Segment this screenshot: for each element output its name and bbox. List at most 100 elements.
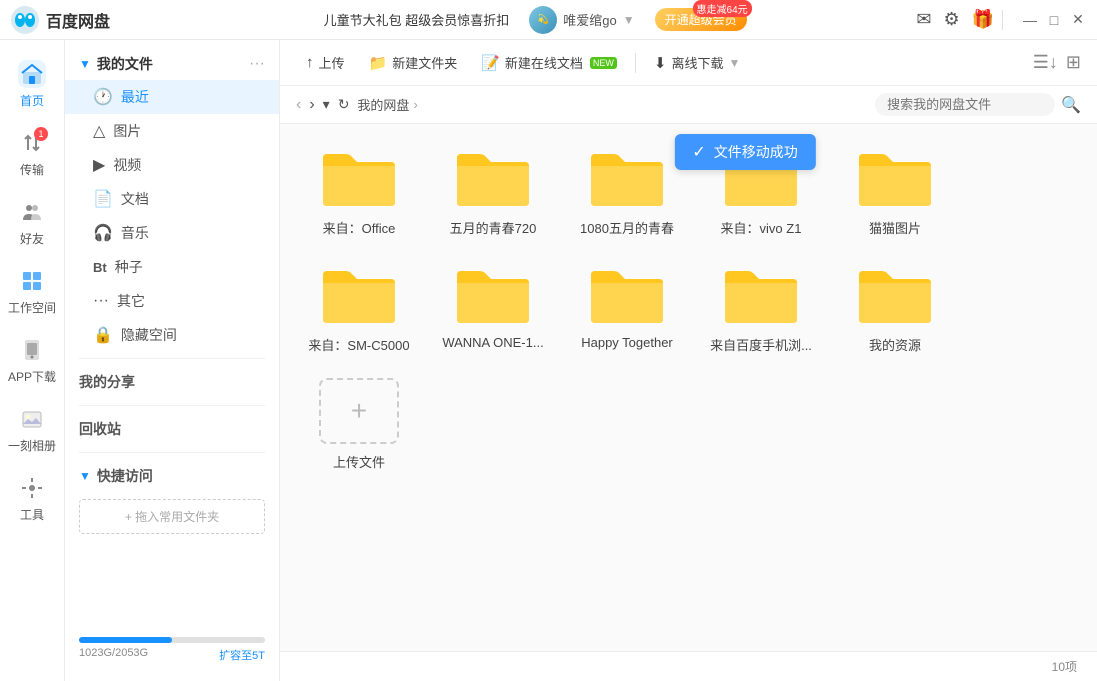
dropdown-icon[interactable]: ▼ <box>623 13 635 27</box>
tools-icon <box>18 474 46 502</box>
sidebar-item-recent[interactable]: 🕐 最近 <box>65 80 279 114</box>
sidebar-item-video[interactable]: ▶ 视频 <box>65 148 279 182</box>
drop-zone[interactable]: + 拖入常用文件夹 <box>79 499 265 534</box>
nav-item-album[interactable]: 一刻相册 <box>0 395 64 464</box>
bt-icon: Bt <box>93 260 107 275</box>
nav-search: 🔍 <box>875 93 1081 116</box>
folder-item-youth720[interactable]: 五月的青春720 <box>438 144 548 237</box>
transfer-icon: 1 <box>18 129 46 157</box>
storage-text: 1023G/2053G 扩容至5T <box>79 647 265 663</box>
avatar[interactable]: 💫 <box>529 6 557 34</box>
settings-icon[interactable]: ⚙ <box>943 9 959 30</box>
new-doc-icon: 📝 <box>481 54 500 72</box>
album-icon <box>18 405 46 433</box>
statusbar: 10项 <box>280 651 1097 681</box>
folder-name-smc5000: 来自：SM-C5000 <box>308 335 409 354</box>
upload-placeholder[interactable]: + <box>319 378 399 444</box>
folder-name-catpic: 猫猫图片 <box>869 218 921 237</box>
new-online-doc-button[interactable]: 📝 新建在线文档 NEW <box>471 48 627 77</box>
minimize-button[interactable]: — <box>1021 11 1039 29</box>
nav-item-home[interactable]: 首页 <box>0 50 64 119</box>
nav-item-tools[interactable]: 工具 <box>0 464 64 533</box>
music-label: 音乐 <box>121 223 149 243</box>
folder-item-smc5000[interactable]: 来自：SM-C5000 <box>304 261 414 354</box>
upload-label: 上传 <box>319 53 345 72</box>
main-layout: 首页 1 传输 好友 工作空间 APP下载 <box>0 40 1097 681</box>
user-name[interactable]: 唯爱绾go <box>563 10 616 29</box>
quick-access-arrow: ▼ <box>79 469 91 483</box>
sidebar-item-recycle[interactable]: 回收站 <box>65 412 279 446</box>
search-input[interactable] <box>875 93 1055 116</box>
titlebar: 百度网盘 儿童节大礼包 超级会员惊喜折扣 💫 唯爱绾go ▼ 开通超级会员 惠走… <box>0 0 1097 40</box>
folder-item-myresource[interactable]: 我的资源 <box>840 261 950 354</box>
toast-message: ✓ 文件移动成功 <box>674 134 815 170</box>
nav-refresh-icon[interactable]: ↻ <box>338 96 350 113</box>
sidebar-divider-1 <box>79 358 265 359</box>
mail-icon[interactable]: ✉ <box>916 9 931 30</box>
sidebar-item-other[interactable]: ··· 其它 <box>65 284 279 318</box>
nav-forward-icon[interactable]: › <box>309 96 314 114</box>
titlebar-center: 儿童节大礼包 超级会员惊喜折扣 💫 唯爱绾go ▼ 开通超级会员 惠走减64元 <box>170 6 900 34</box>
quick-access-label: 快捷访问 <box>97 466 153 486</box>
docs-icon: 📄 <box>93 189 113 209</box>
appdownload-icon <box>18 336 46 364</box>
recent-icon: 🕐 <box>93 87 113 107</box>
nav-item-transfer[interactable]: 1 传输 <box>0 119 64 188</box>
promo-text[interactable]: 儿童节大礼包 超级会员惊喜折扣 <box>324 10 510 29</box>
gift-icon[interactable]: 🎁 <box>972 9 994 30</box>
nav-item-friends[interactable]: 好友 <box>0 188 64 257</box>
close-button[interactable]: ✕ <box>1069 11 1087 29</box>
file-count: 10项 <box>1052 658 1077 675</box>
sort-icon[interactable]: ☰↓ <box>1033 52 1058 73</box>
grid-view-icon[interactable]: ⊞ <box>1066 52 1081 73</box>
breadcrumb-sep: › <box>413 97 417 112</box>
bt-label: 种子 <box>115 257 143 277</box>
titlebar-actions: ✉ ⚙ 🎁 <box>916 9 994 30</box>
sidebar-item-hidden[interactable]: 🔒 隐藏空间 <box>65 318 279 352</box>
nav-label-album: 一刻相册 <box>8 437 56 454</box>
new-folder-button[interactable]: 📁 新建文件夹 <box>359 48 468 77</box>
nav-item-workspace[interactable]: 工作空间 <box>0 257 64 326</box>
folder-name-upload: 上传文件 <box>333 452 385 471</box>
folder-icon-frombrowser <box>721 261 801 327</box>
sidebar-item-myshare[interactable]: 我的分享 <box>65 365 279 399</box>
nav-label-transfer: 传输 <box>20 161 44 178</box>
folder-icon-happytogether <box>587 261 667 327</box>
sidebar-item-docs[interactable]: 📄 文档 <box>65 182 279 216</box>
upload-button[interactable]: ↑ 上传 <box>296 48 355 77</box>
sidebar-item-images[interactable]: △ 图片 <box>65 114 279 148</box>
search-icon[interactable]: 🔍 <box>1061 95 1081 115</box>
sidebar-item-music[interactable]: 🎧 音乐 <box>65 216 279 250</box>
folder-item-office[interactable]: 来自：Office <box>304 144 414 237</box>
folder-name-1080youth: 1080五月的青春 <box>580 218 674 237</box>
my-files-header[interactable]: ▼ 我的文件 ··· <box>65 48 279 80</box>
restore-button[interactable]: □ <box>1045 11 1063 29</box>
nav-item-appdownload[interactable]: APP下载 <box>0 326 64 395</box>
folder-item-happytogether[interactable]: Happy Together <box>572 261 682 354</box>
storage-upgrade-link[interactable]: 扩容至5T <box>219 647 265 663</box>
file-grid-inner: 来自：Office 五月的青春720 1080五月的青春 <box>304 144 1073 471</box>
user-area: 💫 唯爱绾go ▼ <box>529 6 634 34</box>
quick-access-header[interactable]: ▼ 快捷访问 <box>65 459 279 493</box>
folder-item-upload[interactable]: + 上传文件 <box>304 378 414 471</box>
toolbar-right: ☰↓ ⊞ <box>1033 52 1081 73</box>
folder-item-frombrowser[interactable]: 来自百度手机浏... <box>706 261 816 354</box>
folder-item-1080youth[interactable]: 1080五月的青春 <box>572 144 682 237</box>
folder-item-wannaone[interactable]: WANNA ONE-1... <box>438 261 548 354</box>
breadcrumb-root[interactable]: 我的网盘 <box>357 95 409 114</box>
folder-item-catpic[interactable]: 猫猫图片 <box>840 144 950 237</box>
offline-icon: ⬇ <box>654 54 667 72</box>
logo-area: 百度网盘 <box>10 5 170 35</box>
sidebar-item-bt[interactable]: Bt 种子 <box>65 250 279 284</box>
nav-path-dropdown[interactable]: ▾ <box>323 96 330 113</box>
offline-dropdown-icon[interactable]: ▼ <box>729 56 741 70</box>
nav-back-icon[interactable]: ‹ <box>296 96 301 114</box>
folder-icon-1080youth <box>587 144 667 210</box>
toolbar-separator <box>635 53 636 73</box>
folder-icon-catpic <box>855 144 935 210</box>
other-label: 其它 <box>117 291 145 311</box>
upgrade-button[interactable]: 开通超级会员 惠走减64元 <box>655 8 747 31</box>
my-files-more-icon[interactable]: ··· <box>249 55 265 73</box>
folder-name-frombrowser: 来自百度手机浏... <box>710 335 812 354</box>
offline-download-button[interactable]: ⬇ 离线下载 ▼ <box>644 48 750 77</box>
